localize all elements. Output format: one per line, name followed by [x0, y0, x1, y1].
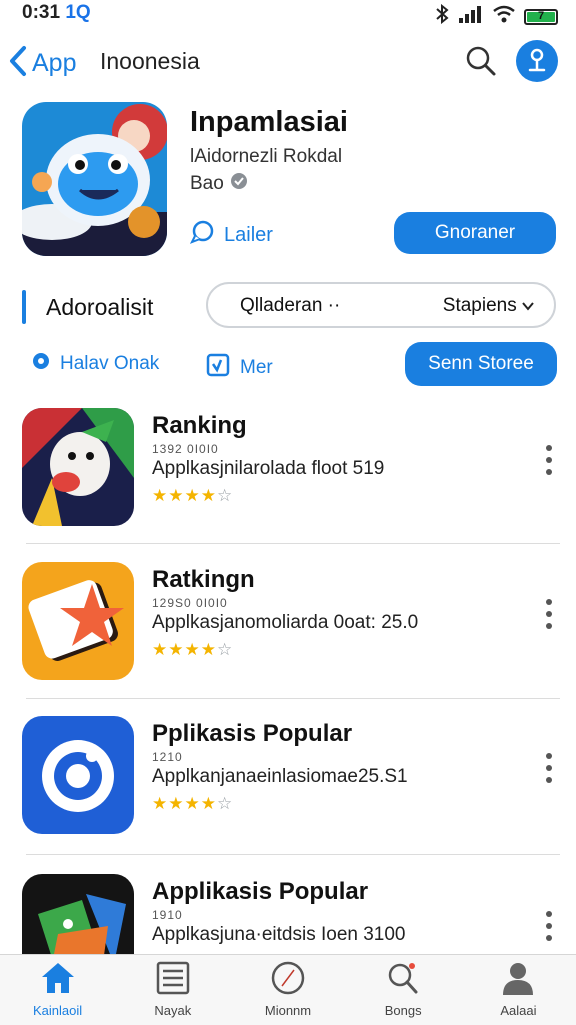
star-rating: ★★★★☆ [152, 640, 234, 659]
signal-icon [458, 5, 484, 28]
app-description: Applkasjanomoliarda 0oat: 25.0 [152, 612, 419, 633]
app-developer: Bao [190, 172, 248, 196]
app-list-icon [22, 408, 134, 526]
page-title: Inoonesia [100, 48, 200, 74]
more-options-icon[interactable] [538, 748, 560, 788]
divider [26, 698, 560, 699]
dropdown-left-label: Qlladeran ·· [240, 295, 341, 316]
option-b-label: Mer [240, 357, 273, 378]
tab-profile[interactable]: Aalaai [461, 955, 576, 1025]
list-item[interactable]: Ratkingn 129S0 0I0I0 Applkasjanomoliarda… [0, 556, 576, 706]
home-icon [40, 961, 76, 1000]
tab-label: Nayak [154, 1003, 192, 1018]
app-description: Applkasjuna·eitdsis Ioen 3100 [152, 924, 406, 945]
app-meta: 1392 0I0I0 [152, 442, 219, 456]
app-name: Pplikasis Popular [152, 720, 353, 747]
search-icon[interactable] [464, 44, 498, 78]
app-name: Ranking [152, 412, 247, 439]
compass-icon [270, 961, 306, 1000]
back-button[interactable]: App [8, 44, 76, 83]
app-subtitle: lAidornezli Rokdal [190, 146, 343, 167]
category-dropdown[interactable]: Qlladeran ·· Stapiens [206, 282, 556, 328]
list-item[interactable]: Pplikasis Popular 1210 Applkanjanaeinlas… [0, 710, 576, 860]
check-box-icon [206, 352, 230, 384]
tab-label: Aalaai [500, 1003, 537, 1018]
app-description: Applkasjnilarolada floot 519 [152, 458, 385, 479]
status-time: 0:31 [22, 2, 61, 23]
tab-label: Kainlaoil [33, 1003, 83, 1018]
status-badge: 1Q [65, 2, 91, 23]
battery-label: 7 [537, 9, 545, 22]
chevron-down-icon [522, 295, 534, 316]
wifi-icon [492, 5, 516, 28]
section-indicator [22, 290, 26, 324]
divider [26, 543, 560, 544]
dropdown-right-label: Stapiens [442, 295, 517, 316]
tab-label: Mionnm [264, 1003, 312, 1018]
tab-list[interactable]: Nayak [115, 955, 230, 1025]
filter-section: Adoroalisit [22, 290, 153, 324]
back-label: App [32, 49, 77, 77]
store-button[interactable]: Senn Storee [405, 342, 557, 386]
app-description: Applkanjanaeinlasiomaе25.S1 [152, 766, 408, 787]
app-meta: 1210 [152, 750, 183, 764]
app-name: Ratkingn [152, 566, 255, 593]
more-options-icon[interactable] [538, 906, 560, 946]
app-meta: 129S0 0I0I0 [152, 596, 228, 610]
tab-search[interactable]: Bongs [346, 955, 461, 1025]
trailer-link-label: Lailer [224, 223, 273, 246]
radio-dot-icon [32, 352, 50, 376]
chat-bubble-icon [189, 220, 216, 250]
list-icon [155, 961, 191, 1000]
app-icon [22, 102, 167, 256]
option-a[interactable]: Halav Onak [32, 352, 159, 376]
tab-compass[interactable]: Mionnm [230, 955, 345, 1025]
tab-label: Bongs [384, 1003, 422, 1018]
option-b[interactable]: Mer [206, 352, 273, 384]
divider [26, 854, 560, 855]
developer-name: Bao [190, 173, 224, 194]
app-meta: 1910 [152, 908, 183, 922]
app-name: Applikasis Popular [152, 878, 369, 905]
nav-bar: App Inoonesia [0, 36, 576, 86]
chevron-left-icon [8, 44, 28, 83]
tab-bar: Kainlaoil Nayak Mionnm Bongs Aalaai [0, 954, 576, 1025]
search-icon [385, 961, 421, 1000]
bluetooth-icon [434, 3, 450, 29]
app-list-icon [22, 716, 134, 834]
star-rating: ★★★★☆ [152, 794, 234, 813]
battery-icon: 7 [524, 8, 558, 25]
app-title: Inpamlasiai [190, 106, 348, 138]
tab-home[interactable]: Kainlaoil [0, 955, 115, 1025]
app-list: Ranking 1392 0I0I0 Applkasjnilarolada fl… [0, 398, 576, 992]
filter-label: Adoroalisit [46, 293, 154, 320]
trailer-link[interactable]: Lailer [189, 220, 273, 250]
star-rating: ★★★★☆ [152, 486, 234, 505]
list-item[interactable]: Ranking 1392 0I0I0 Applkasjnilarolada fl… [0, 402, 576, 552]
person-icon [500, 961, 536, 1000]
option-a-label: Halav Onak [60, 353, 160, 374]
get-button[interactable]: Gnoraner [394, 212, 556, 254]
more-options-icon[interactable] [538, 594, 560, 634]
app-list-icon [22, 562, 134, 680]
profile-icon[interactable] [516, 40, 558, 82]
verified-badge-icon [230, 172, 248, 196]
status-bar: 0:31 1Q 7 [0, 0, 576, 28]
more-options-icon[interactable] [538, 440, 560, 480]
